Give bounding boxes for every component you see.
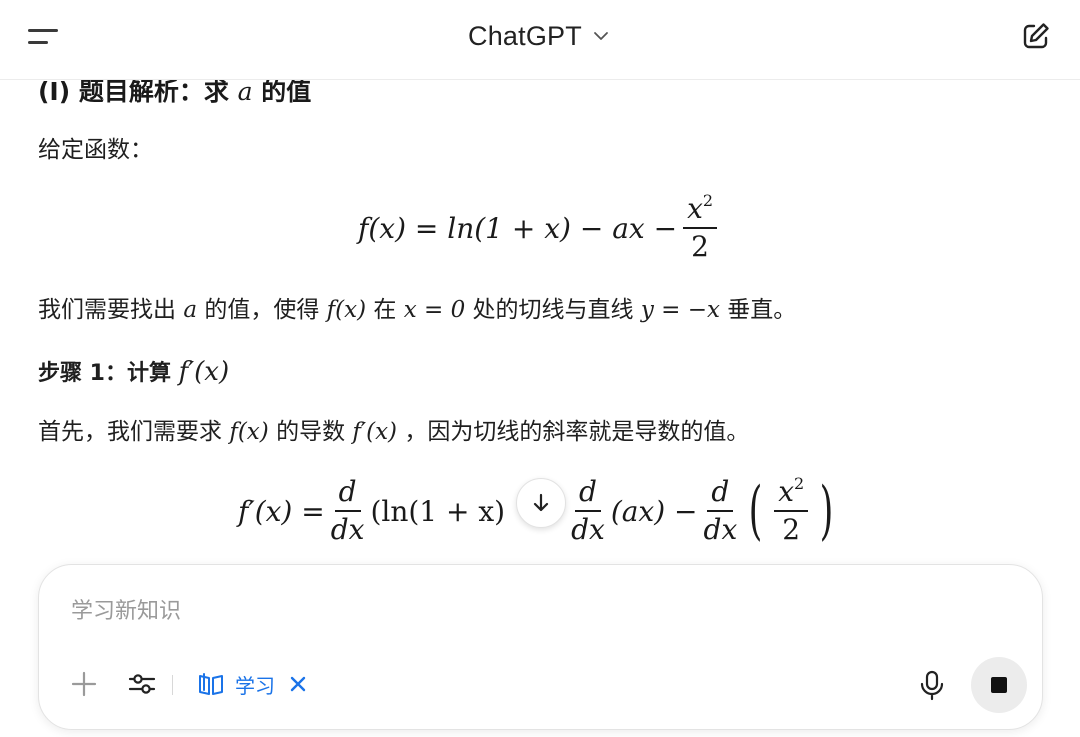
heading-variable: a	[237, 77, 253, 106]
text: 的值，使得	[204, 297, 320, 323]
text: 在	[373, 297, 397, 323]
math-inline: f′(x)	[352, 419, 398, 445]
message-composer: 学习	[38, 564, 1043, 730]
fraction-denominator: dx	[703, 513, 738, 546]
app-title: ChatGPT	[468, 20, 582, 51]
stop-button[interactable]	[971, 657, 1027, 713]
model-selector[interactable]: ChatGPT	[468, 18, 610, 54]
study-mode-label: 学习	[235, 673, 275, 698]
d-dx-fraction: d dx	[331, 478, 365, 544]
step-label: 步骤 1：计算	[38, 361, 171, 386]
step-explanation: 首先，我们需要求 f(x) 的导数 f′(x) ，因为切线的斜率就是导数的值。	[38, 412, 749, 446]
fraction-numerator: d	[707, 478, 734, 512]
menu-icon[interactable]	[28, 24, 62, 54]
condition-text: 我们需要找出 a 的值，使得 f(x) 在 x = 0 处的切线与直线 y = …	[38, 290, 796, 324]
app-header: ChatGPT	[0, 0, 1080, 80]
plus-icon[interactable]	[69, 669, 99, 699]
stop-icon	[991, 677, 1007, 693]
fraction-x2-over-2: x2 2	[683, 192, 718, 263]
arrow-down-icon	[533, 493, 549, 512]
book-icon	[199, 673, 223, 695]
text: ，因为切线的斜率就是导数的值。	[404, 419, 750, 445]
math-inline: x = 0	[403, 297, 466, 323]
equation-term: (ax) −	[610, 494, 698, 528]
text: 处的切线与直线	[472, 297, 634, 323]
function-equation: f(x) = ln(1 + x) − ax − x2 2	[358, 192, 723, 263]
fraction-numerator: x	[687, 192, 703, 225]
heading-suffix: 的值	[261, 77, 312, 106]
text: 首先，我们需要求	[38, 419, 222, 445]
step-heading: 步骤 1：计算 f′(x)	[38, 355, 229, 387]
scroll-down-button[interactable]	[516, 478, 566, 528]
sliders-icon[interactable]	[127, 669, 157, 699]
prompt-input[interactable]	[71, 593, 971, 629]
edit-icon[interactable]	[1020, 20, 1052, 52]
right-paren: )	[819, 474, 834, 548]
fraction-numerator: d	[574, 478, 601, 512]
fraction-numerator: d	[334, 478, 361, 512]
math-inline: f(x)	[229, 419, 269, 445]
math-inline: a	[183, 297, 198, 323]
d-dx-fraction: d dx	[704, 478, 738, 544]
fraction-denominator: 2	[691, 230, 709, 263]
fraction-denominator: 2	[782, 513, 801, 546]
text: 的导数	[276, 419, 346, 445]
fraction-numerator: x	[778, 475, 794, 508]
fraction-x2-over-2: x2 2	[774, 475, 809, 546]
equation-term: (ln(1 + x)	[370, 494, 506, 528]
mic-icon[interactable]	[917, 669, 947, 701]
chevron-down-icon	[594, 32, 608, 40]
d-dx-fraction: d dx	[571, 478, 605, 544]
step-expression: f′(x)	[178, 357, 230, 387]
math-inline: f(x)	[326, 297, 367, 323]
heading-prefix: (I) 题目解析：求	[38, 77, 229, 106]
fraction-denominator: dx	[571, 513, 605, 546]
fraction-denominator: dx	[330, 513, 365, 546]
left-paren: (	[748, 474, 763, 548]
study-mode-chip[interactable]: 学习	[197, 667, 307, 701]
equation-lhs: f(x) = ln(1 + x) − ax −	[358, 211, 678, 245]
math-inline: y = −x	[640, 297, 720, 323]
fraction-exponent: 2	[794, 474, 805, 493]
text: 垂直。	[727, 297, 797, 323]
close-icon[interactable]	[289, 675, 307, 693]
given-label: 给定函数：	[38, 137, 153, 163]
fraction-exponent: 2	[702, 191, 714, 210]
text: 我们需要找出	[38, 297, 176, 323]
toolbar-divider	[172, 675, 173, 695]
equation-lhs: f′(x) =	[238, 494, 325, 528]
